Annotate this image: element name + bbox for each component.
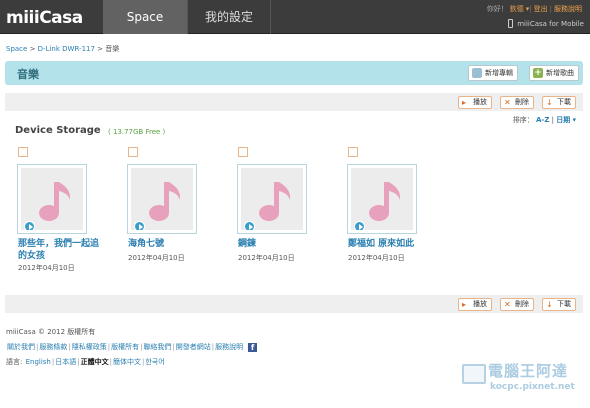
delete-button[interactable]: ✕ 刪除 — [500, 298, 534, 311]
music-note-icon — [259, 182, 291, 221]
item-title[interactable]: 鄭福如 原來如此 — [348, 238, 436, 250]
music-item: 鋼鍊 2012年04月10日 — [236, 147, 326, 279]
select-checkbox[interactable] — [18, 147, 28, 157]
music-note-icon — [369, 182, 401, 221]
tab-space[interactable]: Space — [103, 0, 187, 34]
play-icon[interactable] — [24, 221, 35, 230]
lang-japanese[interactable]: 日本語 — [55, 358, 76, 366]
album-thumbnail[interactable] — [17, 164, 87, 234]
x-icon: ✕ — [504, 98, 511, 107]
new-song-button[interactable]: + 新增歌曲 — [529, 65, 579, 81]
album-thumbnail[interactable] — [127, 164, 197, 234]
page-title: 音樂 — [17, 68, 39, 81]
download-arrow-icon: ↓ — [546, 98, 553, 107]
select-checkbox[interactable] — [238, 147, 248, 157]
footer-link-contact[interactable]: 聯絡我們 — [143, 343, 171, 351]
item-date: 2012年04月10日 — [128, 254, 185, 262]
phone-icon — [508, 19, 514, 28]
mobile-link[interactable]: miiiCasa for Mobile — [508, 19, 584, 28]
new-album-button[interactable]: 新增專輯 — [468, 65, 518, 81]
sort-bar: 排序： A-Z | 日期 ▾ — [512, 116, 576, 124]
footer-link-copyright[interactable]: 版權所有 — [111, 343, 139, 351]
page-header-bar: 音樂 新增專輯 + 新增歌曲 — [5, 61, 583, 85]
play-button[interactable]: ▸ 播放 — [458, 298, 492, 311]
play-icon[interactable] — [354, 221, 365, 230]
music-item: 鄭福如 原來如此 2012年04月10日 — [346, 147, 436, 279]
storage-title: Device Storage — [15, 125, 101, 136]
facebook-icon[interactable]: f — [248, 343, 258, 352]
copyright: miiiCasa © 2012 版權所有 — [6, 328, 96, 336]
item-title[interactable]: 鋼鍊 — [238, 238, 326, 250]
footer-links: 關於我們|服務條款|隱私權政策|版權所有|聯絡我們|開發者網站|服務說明 f — [6, 340, 258, 355]
delete-button[interactable]: ✕ 刪除 — [500, 96, 534, 109]
footer-link-help[interactable]: 服務說明 — [215, 343, 243, 351]
download-arrow-icon: ↓ — [546, 300, 553, 309]
play-icon[interactable] — [134, 221, 145, 230]
music-note-icon — [149, 182, 181, 221]
action-toolbar-bottom: ▸ 播放 ✕ 刪除 ↓ 下載 — [5, 295, 583, 313]
logout-link[interactable]: 登出 — [534, 5, 548, 13]
item-date: 2012年04月10日 — [348, 254, 405, 262]
footer-link-developer[interactable]: 開發者網站 — [176, 343, 211, 351]
select-checkbox[interactable] — [128, 147, 138, 157]
add-icon: + — [533, 68, 543, 78]
sort-az[interactable]: A-Z — [536, 116, 549, 124]
top-navigation-bar: miiiCasa Space 我的設定 你好！ 欽德 ▾| 登出 | 服務說明 miiiC… — [0, 0, 590, 34]
play-icon: ▸ — [462, 98, 467, 107]
sort-date[interactable]: 日期 — [556, 116, 570, 124]
language-selector: 語言: English|日本語|正體中文|簡体中文|한국어 — [6, 358, 165, 366]
play-icon[interactable] — [244, 221, 255, 230]
breadcrumb: Space > D-Link DWR-117 > 音樂 — [6, 45, 120, 53]
lang-korean[interactable]: 한국어 — [145, 358, 164, 366]
breadcrumb-space[interactable]: Space — [6, 45, 27, 53]
breadcrumb-current: 音樂 — [105, 45, 120, 53]
tab-my-settings[interactable]: 我的設定 — [187, 0, 271, 34]
footer-link-about[interactable]: 關於我們 — [7, 343, 35, 351]
storage-free-space: ( 13.77GB Free ) — [108, 128, 166, 136]
username-link[interactable]: 欽德 — [510, 5, 524, 13]
breadcrumb-device[interactable]: D-Link DWR-117 — [38, 45, 95, 53]
monitor-icon — [462, 364, 486, 384]
help-link[interactable]: 服務說明 — [554, 5, 582, 13]
music-item: 海角七號 2012年04月10日 — [126, 147, 216, 279]
greeting: 你好！ — [486, 5, 508, 13]
user-links: 你好！ 欽德 ▾| 登出 | 服務說明 — [486, 5, 582, 13]
footer-link-privacy[interactable]: 隱私權政策 — [72, 343, 107, 351]
x-icon: ✕ — [504, 300, 511, 309]
miiicasa-logo[interactable]: miiiCasa — [6, 8, 83, 28]
watermark: 電腦王阿達 kocpc.pixnet.net — [462, 358, 586, 402]
lang-english[interactable]: English — [26, 358, 51, 366]
action-toolbar-top: ▸ 播放 ✕ 刪除 ↓ 下載 — [5, 93, 583, 111]
play-button[interactable]: ▸ 播放 — [458, 96, 492, 109]
lang-simplified-chinese[interactable]: 簡体中文 — [113, 358, 141, 366]
download-button[interactable]: ↓ 下載 — [542, 298, 576, 311]
album-icon — [472, 68, 482, 78]
item-title[interactable]: 那些年，我們一起追的女孩 — [18, 238, 106, 262]
item-title[interactable]: 海角七號 — [128, 238, 216, 250]
music-item: 那些年，我們一起追的女孩 2012年04月10日 — [16, 147, 106, 279]
play-icon: ▸ — [462, 300, 467, 309]
select-checkbox[interactable] — [348, 147, 358, 157]
item-date: 2012年04月10日 — [238, 254, 295, 262]
chevron-down-icon[interactable]: ▾ — [572, 116, 576, 124]
footer: miiiCasa © 2012 版權所有 關於我們|服務條款|隱私權政策|版權所… — [6, 325, 258, 370]
album-thumbnail[interactable] — [237, 164, 307, 234]
item-date: 2012年04月10日 — [18, 264, 75, 272]
lang-traditional-chinese: 正體中文 — [80, 358, 109, 366]
album-thumbnail[interactable] — [347, 164, 417, 234]
download-button[interactable]: ↓ 下載 — [542, 96, 576, 109]
footer-link-terms[interactable]: 服務條款 — [39, 343, 67, 351]
music-note-icon — [39, 182, 71, 221]
